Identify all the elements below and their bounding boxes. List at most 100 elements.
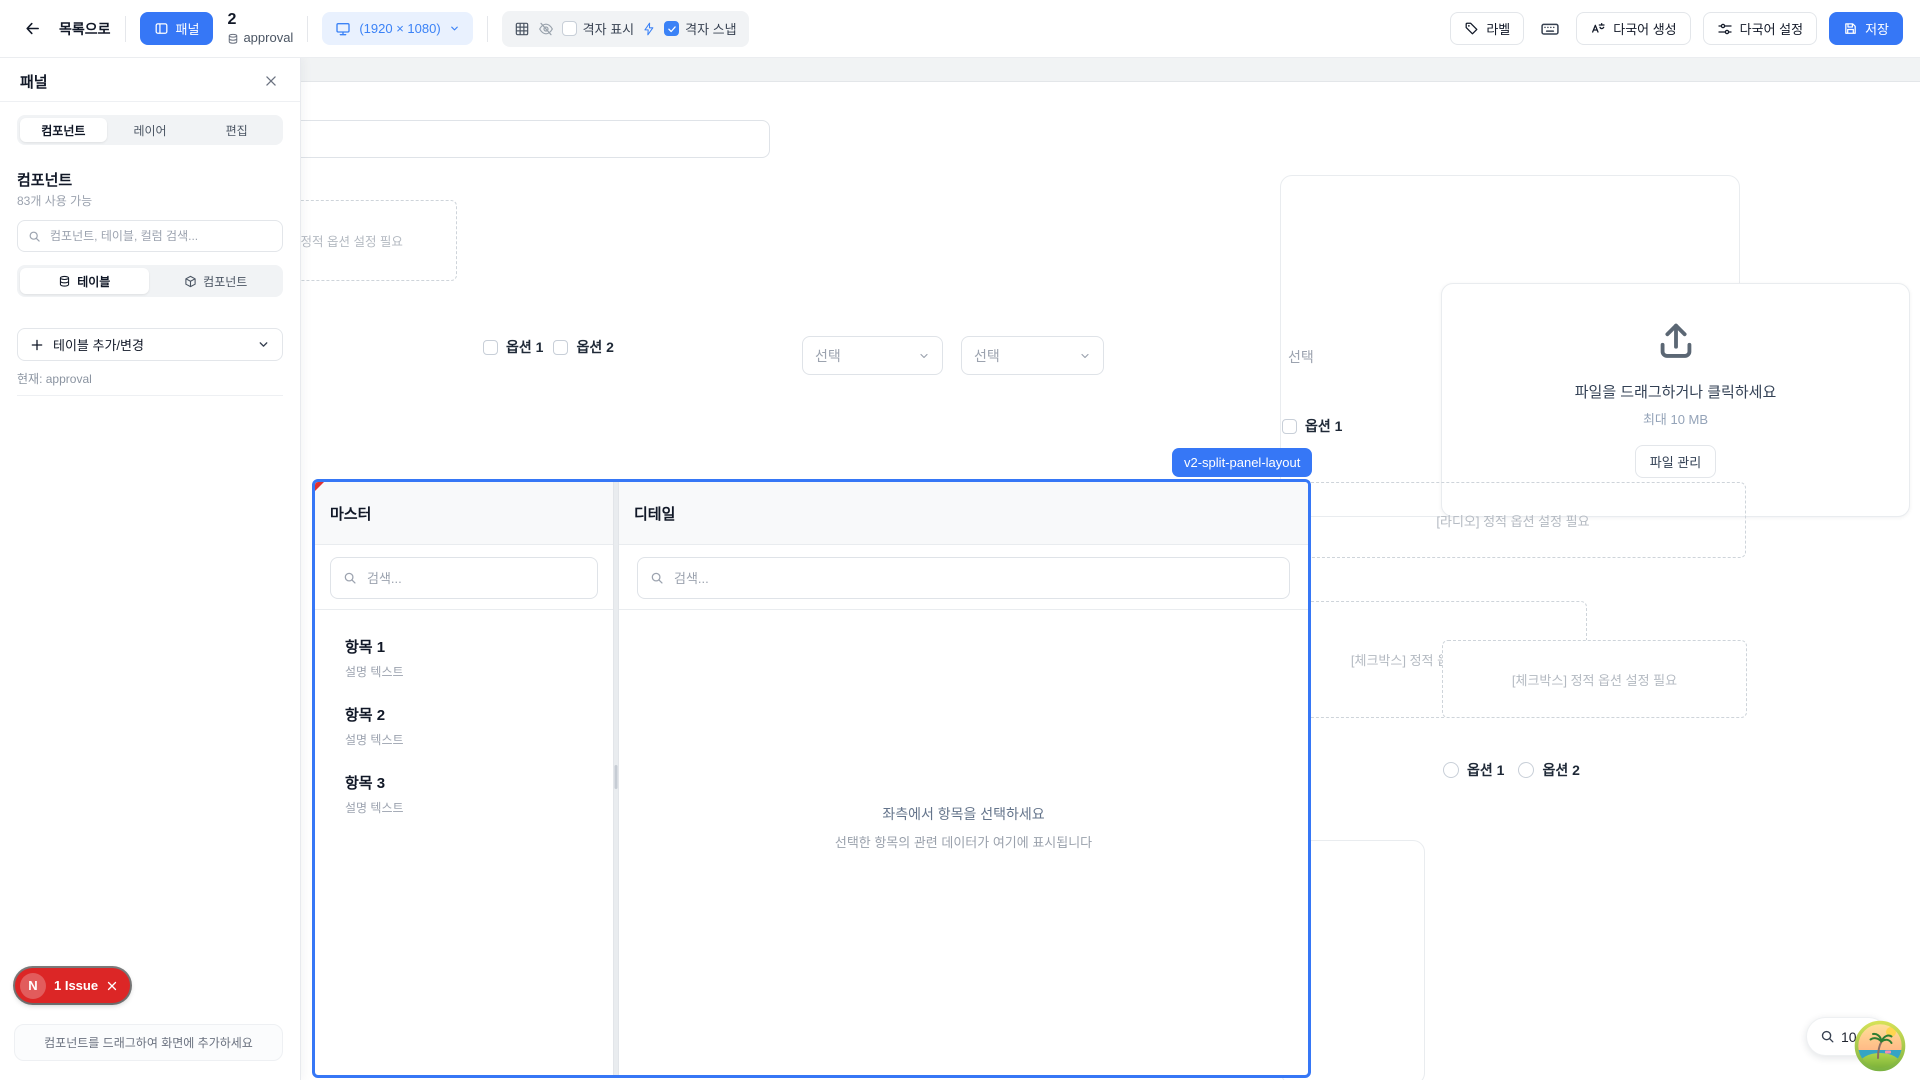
grid-show-toggle[interactable]: 격자 표시 (562, 19, 634, 38)
placeholder-text: [라디오] 정적 옵션 설정 필요 (1436, 511, 1589, 530)
master-search-input[interactable] (365, 570, 585, 587)
placeholder-text: [체크박스] 정적 옵션 설정 필요 (1512, 670, 1677, 689)
tab-edit[interactable]: 편집 (193, 118, 280, 142)
checkbox-icon[interactable] (562, 21, 577, 36)
back-to-list-label[interactable]: 목록으로 (59, 19, 111, 39)
save-button[interactable]: 저장 (1829, 12, 1903, 45)
source-mode-switch: 테이블 컴포넌트 (17, 265, 283, 297)
sidebar-panel-icon (154, 21, 169, 36)
placeholder-radio[interactable]: [라디오] 정적 옵션 설정 필요 (1280, 482, 1746, 558)
master-search-row (315, 545, 613, 610)
checkbox-option-1[interactable]: 옵션 1 (483, 337, 543, 357)
resolution-dropdown[interactable]: (1920 × 1080) (322, 12, 472, 45)
checkbox-icon[interactable] (1282, 419, 1297, 434)
i18n-generate-label: 다국어 생성 (1613, 19, 1676, 38)
manage-files-button[interactable]: 파일 관리 (1635, 445, 1716, 478)
component-search-box[interactable] (17, 220, 283, 252)
checkbox-icon[interactable] (553, 340, 568, 355)
canvas-select-1[interactable]: 선택 (802, 336, 943, 375)
search-icon (650, 571, 664, 585)
upload-limit: 최대 10 MB (1643, 409, 1708, 428)
canvas-radio-group: 옵션 1 옵션 2 (1443, 760, 1580, 780)
checkbox-label: 옵션 1 (1305, 416, 1342, 436)
i18n-generate-button[interactable]: 다국어 생성 (1576, 12, 1690, 45)
placeholder-checkbox-b[interactable]: [체크박스] 정적 옵션 설정 필요 (1442, 640, 1747, 718)
detail-search-box[interactable] (637, 557, 1290, 599)
save-icon (1843, 21, 1858, 36)
resolution-value: (1920 × 1080) (359, 21, 440, 36)
mode-table-button[interactable]: 테이블 (20, 268, 149, 294)
search-icon (343, 571, 357, 585)
chevron-down-icon (1079, 350, 1091, 362)
tab-components[interactable]: 컴포넌트 (20, 118, 107, 142)
mode-component-button[interactable]: 컴포넌트 (152, 268, 281, 294)
list-item[interactable]: 항목 1 설명 텍스트 (333, 630, 595, 692)
drag-hint-text: 컴포넌트를 드래그하여 화면에 추가하세요 (44, 1034, 253, 1051)
label-button[interactable]: 라벨 (1450, 12, 1524, 45)
island-sticker (1854, 1020, 1906, 1072)
divider (125, 16, 126, 42)
database-icon (227, 33, 239, 45)
keyboard-shortcuts-button[interactable] (1536, 15, 1564, 43)
chevron-down-icon (918, 350, 930, 362)
close-panel-button[interactable] (260, 70, 282, 92)
selection-corner-handle[interactable] (315, 482, 324, 491)
back-button[interactable] (20, 16, 45, 41)
radio-icon[interactable] (1443, 762, 1459, 778)
grid-snap-label: 격자 스냅 (685, 19, 736, 38)
radio-option-2[interactable]: 옵션 2 (1518, 760, 1579, 780)
issue-logo: N (20, 973, 46, 999)
screen-number: 2 (227, 11, 293, 29)
add-table-button[interactable]: 테이블 추가/변경 (17, 328, 283, 361)
radio-label: 옵션 2 (1542, 760, 1579, 780)
canvas-text-input[interactable] (252, 120, 770, 158)
radio-option-1[interactable]: 옵션 1 (1443, 760, 1504, 780)
detail-search-input[interactable] (672, 570, 1277, 587)
component-search-input[interactable] (48, 228, 272, 244)
upload-icon (1653, 317, 1699, 363)
table-name: approval (243, 31, 293, 46)
detail-search-row (619, 545, 1308, 610)
app-window: [체크박스] 정적 옵션 설정 필요 옵션 1 옵션 2 선택 선택 선택 옵션… (0, 0, 1920, 1080)
radio-icon[interactable] (1518, 762, 1534, 778)
canvas-select-2[interactable]: 선택 (961, 336, 1104, 375)
mode-component-label: 컴포넌트 (203, 273, 247, 290)
list-item[interactable]: 항목 2 설명 텍스트 (333, 698, 595, 760)
detail-empty-desc: 선택한 항목의 관련 데이터가 여기에 표시됩니다 (619, 832, 1308, 851)
badge-label: v2-split-panel-layout (1184, 455, 1300, 470)
divider (0, 101, 300, 102)
grid-show-label: 격자 표시 (583, 19, 634, 38)
issue-badge[interactable]: N 1 Issue (15, 968, 130, 1003)
upload-title: 파일을 드래그하거나 클릭하세요 (1575, 381, 1777, 402)
panel-toggle-button[interactable]: 패널 (140, 12, 214, 45)
label-button-text: 라벨 (1486, 19, 1510, 38)
checkbox-option-2[interactable]: 옵션 2 (553, 337, 613, 357)
tab-layers[interactable]: 레이어 (107, 118, 194, 142)
grid-snap-toggle[interactable]: 격자 스냅 (664, 19, 736, 38)
chevron-down-icon (449, 23, 460, 34)
list-item[interactable]: 항목 3 설명 텍스트 (333, 766, 595, 828)
translate-icon (1590, 21, 1606, 37)
resize-notch (615, 765, 618, 789)
detail-empty-title: 좌측에서 항목을 선택하세요 (619, 804, 1308, 824)
master-search-box[interactable] (330, 557, 598, 599)
close-icon[interactable] (106, 980, 118, 992)
divider (307, 16, 308, 42)
i18n-settings-button[interactable]: 다국어 설정 (1703, 12, 1817, 45)
island-icon (1854, 1020, 1906, 1072)
split-panel-component[interactable]: 마스터 항목 1 설명 텍스트 항목 2 설명 텍스트 항목 3 설명 텍스트 (312, 479, 1311, 1078)
sliders-icon (1717, 21, 1733, 37)
eye-off-icon (538, 21, 554, 37)
checkbox-label: 옵션 2 (576, 337, 613, 357)
monitor-icon (335, 21, 351, 37)
drag-hint-box: 컴포넌트를 드래그하여 화면에 추가하세요 (14, 1024, 283, 1061)
container-checkbox-option[interactable]: 옵션 1 (1282, 416, 1342, 436)
save-button-label: 저장 (1865, 19, 1889, 38)
screen-info: 2 approval (227, 11, 293, 46)
close-icon (264, 74, 278, 88)
select-placeholder: 선택 (815, 346, 841, 366)
master-panel-header: 마스터 (315, 482, 613, 545)
checkbox-checked-icon[interactable] (664, 21, 679, 36)
checkbox-icon[interactable] (483, 340, 498, 355)
chevron-down-icon (257, 338, 270, 351)
